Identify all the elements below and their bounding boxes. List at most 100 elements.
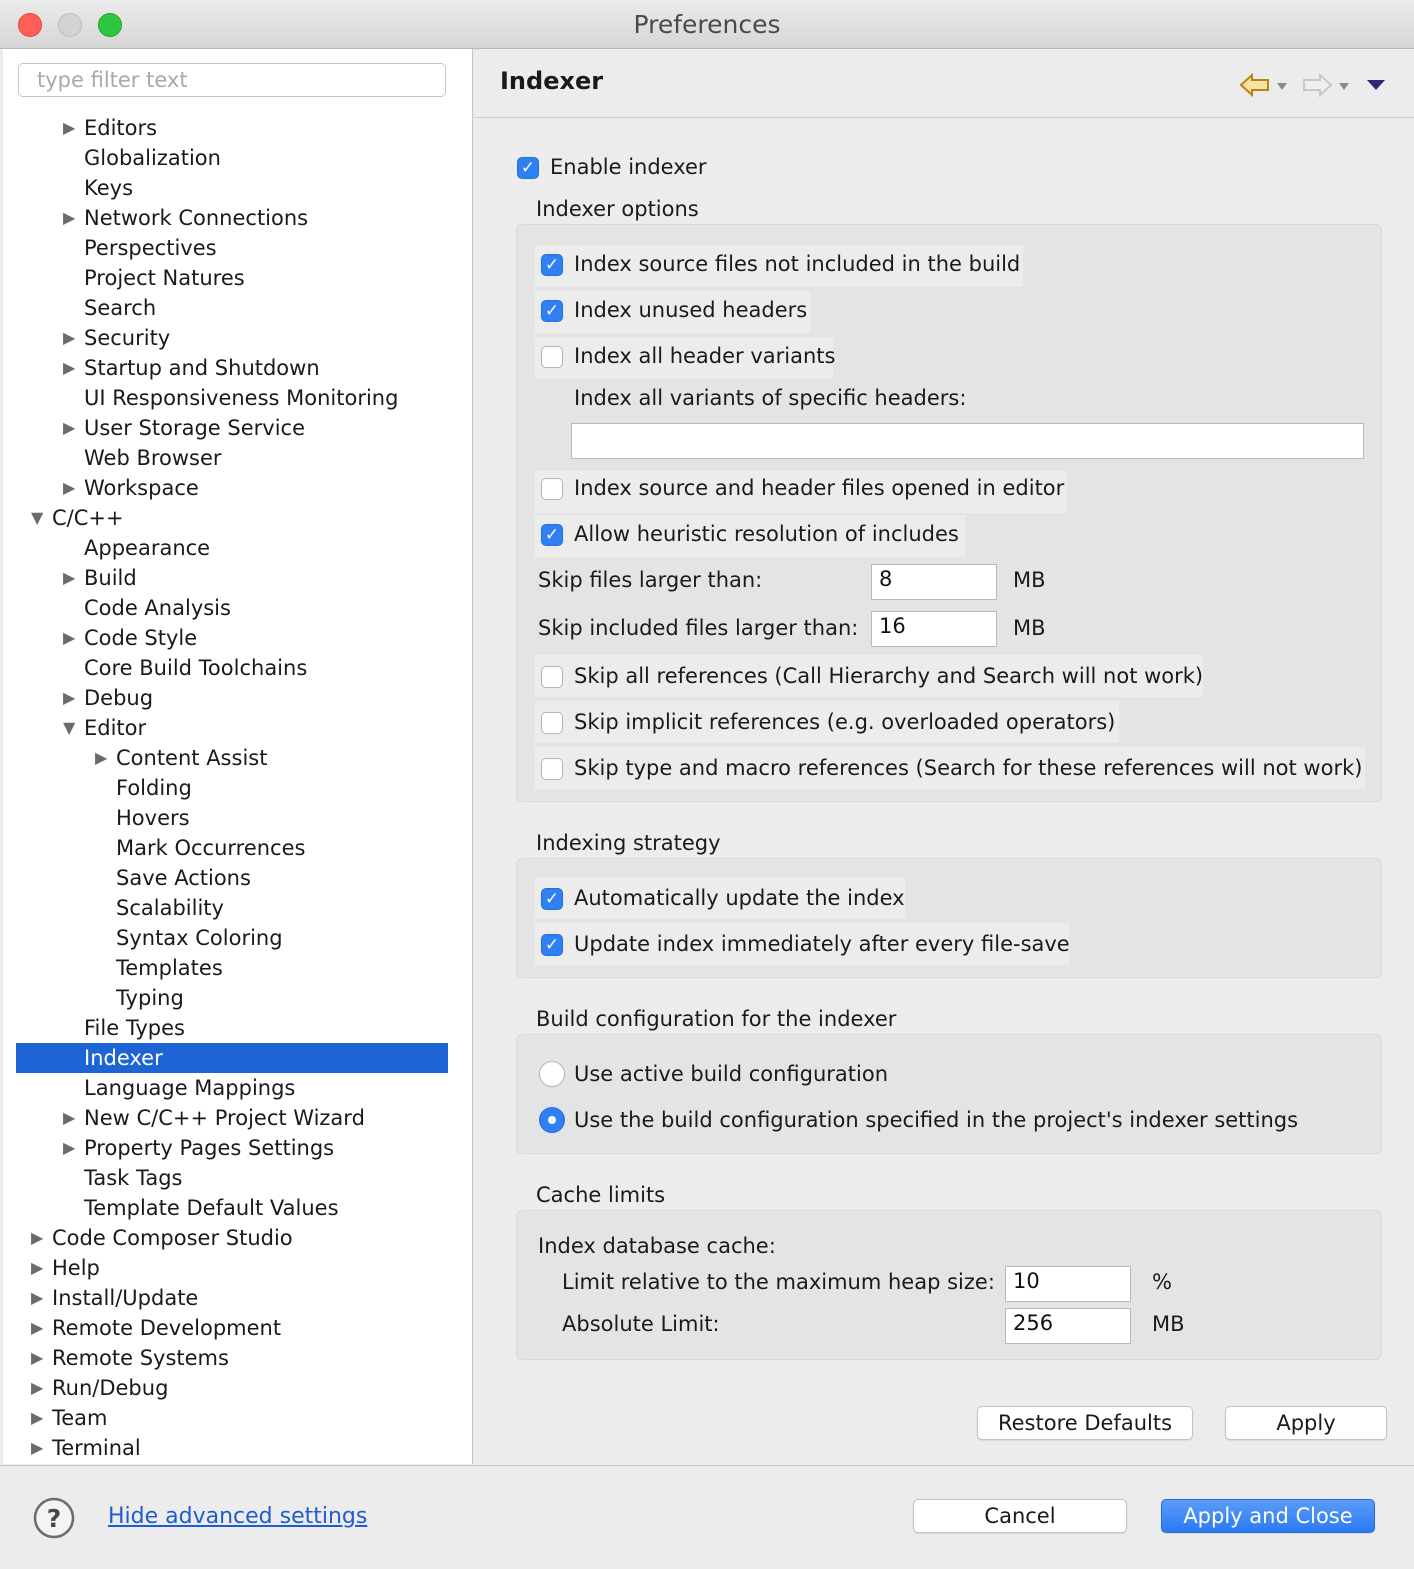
index-source-not-in-build-checkbox[interactable]: ✓ (541, 254, 563, 276)
update-on-save-checkbox[interactable]: ✓ (541, 934, 563, 956)
tree-item-network-connections[interactable]: ▶ Network Connections (3, 203, 472, 233)
tree-item-remote-development[interactable]: ▶ Remote Development (3, 1313, 472, 1343)
skip-type-macro-references-checkbox[interactable] (541, 758, 563, 780)
collapsed-triangle-icon[interactable]: ▶ (63, 323, 79, 353)
apply-button[interactable]: Apply (1225, 1406, 1387, 1440)
restore-defaults-button[interactable]: Restore Defaults (977, 1406, 1193, 1440)
tree-item-ui-responsiveness-monitoring[interactable]: UI Responsiveness Monitoring (3, 383, 472, 413)
tree-item-property-pages-settings[interactable]: ▶ Property Pages Settings (3, 1133, 472, 1163)
index-all-header-variants-checkbox[interactable] (541, 346, 563, 368)
tree-item-c-c[interactable]: ▼ C/C++ (3, 503, 472, 533)
tree-item-run-debug[interactable]: ▶ Run/Debug (3, 1373, 472, 1403)
collapsed-triangle-icon[interactable]: ▶ (63, 413, 79, 443)
collapsed-triangle-icon[interactable]: ▶ (95, 743, 111, 773)
tree-item-language-mappings[interactable]: Language Mappings (3, 1073, 472, 1103)
collapsed-triangle-icon[interactable]: ▶ (63, 353, 79, 383)
tree-item-security[interactable]: ▶ Security (3, 323, 472, 353)
tree-item-help[interactable]: ▶ Help (3, 1253, 472, 1283)
tree-item-typing[interactable]: Typing (3, 983, 472, 1013)
collapsed-triangle-icon[interactable]: ▶ (31, 1283, 47, 1313)
tree-item-syntax-coloring[interactable]: Syntax Coloring (3, 923, 472, 953)
collapsed-triangle-icon[interactable]: ▶ (63, 563, 79, 593)
collapsed-triangle-icon[interactable]: ▶ (31, 1403, 47, 1433)
collapsed-triangle-icon[interactable]: ▶ (63, 1103, 79, 1133)
collapsed-triangle-icon[interactable]: ▶ (63, 683, 79, 713)
collapsed-triangle-icon[interactable]: ▶ (31, 1433, 47, 1463)
apply-and-close-button[interactable]: Apply and Close (1161, 1499, 1375, 1533)
tree-item-file-types[interactable]: File Types (3, 1013, 472, 1043)
forward-arrow-icon[interactable] (1300, 71, 1334, 99)
tree-item-build[interactable]: ▶ Build (3, 563, 472, 593)
skip-implicit-references-checkbox[interactable] (541, 712, 563, 734)
tree-item-workspace[interactable]: ▶ Workspace (3, 473, 472, 503)
back-history-dropdown-icon[interactable] (1276, 81, 1288, 91)
tree-item-scalability[interactable]: Scalability (3, 893, 472, 923)
tree-item-label: Code Analysis (84, 596, 231, 620)
tree-item-template-default-values[interactable]: Template Default Values (3, 1193, 472, 1223)
use-specified-config-radio[interactable] (539, 1107, 565, 1133)
filter-input[interactable] (18, 63, 446, 97)
skip-included-input[interactable]: 16 (871, 611, 997, 647)
enable-indexer-checkbox[interactable]: ✓ (517, 157, 539, 179)
tree-item-perspectives[interactable]: Perspectives (3, 233, 472, 263)
tree-item-editor[interactable]: ▼ Editor (3, 713, 472, 743)
collapsed-triangle-icon[interactable]: ▶ (63, 203, 79, 233)
tree-item-mark-occurrences[interactable]: Mark Occurrences (3, 833, 472, 863)
tree-item-keys[interactable]: Keys (3, 173, 472, 203)
hide-advanced-settings-link[interactable]: Hide advanced settings (108, 1504, 367, 1529)
expanded-triangle-icon[interactable]: ▼ (63, 713, 79, 743)
tree-item-content-assist[interactable]: ▶ Content Assist (3, 743, 472, 773)
tree-item-hovers[interactable]: Hovers (3, 803, 472, 833)
tree-item-web-browser[interactable]: Web Browser (3, 443, 472, 473)
view-menu-icon[interactable] (1366, 78, 1386, 92)
tree-item-code-analysis[interactable]: Code Analysis (3, 593, 472, 623)
tree-item-globalization[interactable]: Globalization (3, 143, 472, 173)
collapsed-triangle-icon[interactable]: ▶ (31, 1253, 47, 1283)
tree-item-install-update[interactable]: ▶ Install/Update (3, 1283, 472, 1313)
back-arrow-icon[interactable] (1238, 71, 1272, 99)
expanded-triangle-icon[interactable]: ▼ (31, 503, 47, 533)
collapsed-triangle-icon[interactable]: ▶ (31, 1223, 47, 1253)
cancel-button[interactable]: Cancel (913, 1499, 1127, 1533)
tree-item-folding[interactable]: Folding (3, 773, 472, 803)
collapsed-triangle-icon[interactable]: ▶ (31, 1343, 47, 1373)
tree-item-remote-systems[interactable]: ▶ Remote Systems (3, 1343, 472, 1373)
skip-all-references-checkbox[interactable] (541, 666, 563, 688)
tree-item-user-storage-service[interactable]: ▶ User Storage Service (3, 413, 472, 443)
relative-limit-input[interactable]: 10 (1005, 1266, 1131, 1302)
tree-item-code-composer-studio[interactable]: ▶ Code Composer Studio (3, 1223, 472, 1253)
tree-item-templates[interactable]: Templates (3, 953, 472, 983)
absolute-limit-input[interactable]: 256 (1005, 1308, 1131, 1344)
collapsed-triangle-icon[interactable]: ▶ (63, 473, 79, 503)
heuristic-resolution-checkbox[interactable]: ✓ (541, 524, 563, 546)
tree-item-new-c-c-project-wizard[interactable]: ▶ New C/C++ Project Wizard (3, 1103, 472, 1133)
auto-update-index-checkbox[interactable]: ✓ (541, 888, 563, 910)
tree-item-indexer[interactable]: Indexer (16, 1043, 448, 1073)
tree-item-startup-and-shutdown[interactable]: ▶ Startup and Shutdown (3, 353, 472, 383)
collapsed-triangle-icon[interactable]: ▶ (63, 623, 79, 653)
tree-item-project-natures[interactable]: Project Natures (3, 263, 472, 293)
tree-item-team[interactable]: ▶ Team (3, 1403, 472, 1433)
collapsed-triangle-icon[interactable]: ▶ (31, 1313, 47, 1343)
tree-item-appearance[interactable]: Appearance (3, 533, 472, 563)
forward-history-dropdown-icon[interactable] (1338, 81, 1350, 91)
collapsed-triangle-icon[interactable]: ▶ (31, 1373, 47, 1403)
tree-item-save-actions[interactable]: Save Actions (3, 863, 472, 893)
use-active-config-radio[interactable] (539, 1061, 565, 1087)
tree-item-core-build-toolchains[interactable]: Core Build Toolchains (3, 653, 472, 683)
tree-item-label: Property Pages Settings (84, 1136, 335, 1160)
tree-item-terminal[interactable]: ▶ Terminal (3, 1433, 472, 1463)
collapsed-triangle-icon[interactable]: ▶ (63, 1133, 79, 1163)
tree-item-debug[interactable]: ▶ Debug (3, 683, 472, 713)
tree-item-editors[interactable]: ▶ Editors (3, 113, 472, 143)
skip-files-input[interactable]: 8 (871, 564, 997, 600)
tree-item-search[interactable]: Search (3, 293, 472, 323)
specific-headers-input[interactable] (571, 423, 1364, 459)
tree-item-code-style[interactable]: ▶ Code Style (3, 623, 472, 653)
help-icon[interactable]: ? (32, 1496, 76, 1540)
tree-item-task-tags[interactable]: Task Tags (3, 1163, 472, 1193)
index-unused-headers-checkbox[interactable]: ✓ (541, 300, 563, 322)
index-opened-in-editor-checkbox[interactable] (541, 478, 563, 500)
collapsed-triangle-icon[interactable]: ▶ (63, 113, 79, 143)
skip-included-unit: MB (1013, 616, 1046, 640)
